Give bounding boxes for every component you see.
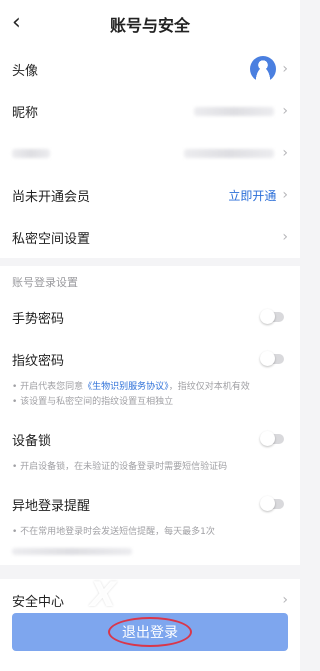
gesture-password-toggle[interactable] — [260, 309, 284, 324]
chevron-right-icon: › — [282, 61, 288, 77]
biometric-agreement-link[interactable]: 《生物识别服务协议》 — [83, 382, 169, 392]
avatar — [250, 56, 277, 82]
watermark-logo: X 自由互联 — [90, 575, 208, 615]
blurred-label — [12, 148, 50, 158]
fingerprint-toggle[interactable] — [260, 351, 284, 366]
fingerprint-row: 指纹密码 — [0, 338, 300, 380]
remote-login-note: • 不在常用地登录时会发送短信提醒，每天最多1次 — [0, 525, 300, 548]
watermark-text: 自由互联 — [124, 585, 209, 608]
blurred-row[interactable]: › — [0, 132, 300, 174]
gesture-password-label: 手势密码 — [12, 311, 65, 327]
fingerprint-label: 指纹密码 — [12, 353, 65, 369]
chevron-right-icon: › — [282, 103, 288, 119]
chevron-right-icon: › — [282, 187, 288, 203]
note-text: • 开启代表您同意 — [12, 382, 84, 392]
nickname-value-blurred — [194, 106, 275, 116]
blurred-note — [12, 548, 132, 555]
remote-login-toggle[interactable] — [260, 496, 284, 511]
member-row[interactable]: 尚未开通会员 立即开通 › — [0, 174, 300, 216]
logout-button[interactable]: 退出登录 — [12, 613, 288, 651]
device-lock-note: • 开启设备锁，在未验证的设备登录时需要短信验证码 — [0, 460, 300, 483]
device-lock-toggle[interactable] — [260, 431, 284, 446]
chevron-right-icon: › — [282, 229, 288, 245]
remote-login-row: 异地登录提醒 — [0, 483, 300, 525]
avatar-label: 头像 — [12, 63, 39, 79]
blurred-value — [184, 148, 275, 158]
member-label: 尚未开通会员 — [12, 189, 91, 205]
chevron-right-icon: › — [282, 145, 288, 161]
section-title: 账号登录设置 — [0, 266, 300, 296]
remote-login-label: 异地登录提醒 — [12, 498, 91, 514]
chevron-right-icon: › — [282, 592, 288, 608]
nickname-row[interactable]: 昵称 › — [0, 90, 300, 132]
private-space-row[interactable]: 私密空间设置 › — [0, 216, 300, 258]
gesture-password-row: 手势密码 — [0, 296, 300, 338]
note-text: • 该设置与私密空间的指纹设置互相独立 — [12, 397, 174, 407]
avatar-row[interactable]: 头像 › — [0, 48, 300, 90]
member-action-link[interactable]: 立即开通 — [228, 187, 276, 204]
watermark-x-icon: X — [90, 575, 119, 615]
fingerprint-note: • 开启代表您同意《生物识别服务协议》，指纹仅对本机有效 • 该设置与私密空间的… — [0, 380, 300, 418]
nickname-label: 昵称 — [12, 105, 39, 121]
profile-card: 头像 › 昵称 › › 尚未开通会员 立即开通 › 私密空间设置 › — [0, 48, 300, 258]
note-text: ，指纹仅对本机有效 — [168, 382, 250, 392]
divider — [0, 258, 300, 266]
logout-label: 退出登录 — [108, 617, 192, 647]
login-settings-card: 账号登录设置 手势密码 指纹密码 • 开启代表您同意《生物识别服务协议》，指纹仅… — [0, 266, 300, 565]
logout-area: 退出登录 — [0, 609, 300, 671]
device-lock-row: 设备锁 — [0, 418, 300, 460]
header: ‹ 账号与安全 — [0, 0, 300, 48]
device-lock-label: 设备锁 — [12, 433, 52, 449]
private-space-label: 私密空间设置 — [12, 231, 91, 247]
blurred-note-wrap — [0, 548, 300, 565]
page-title: 账号与安全 — [109, 16, 190, 35]
